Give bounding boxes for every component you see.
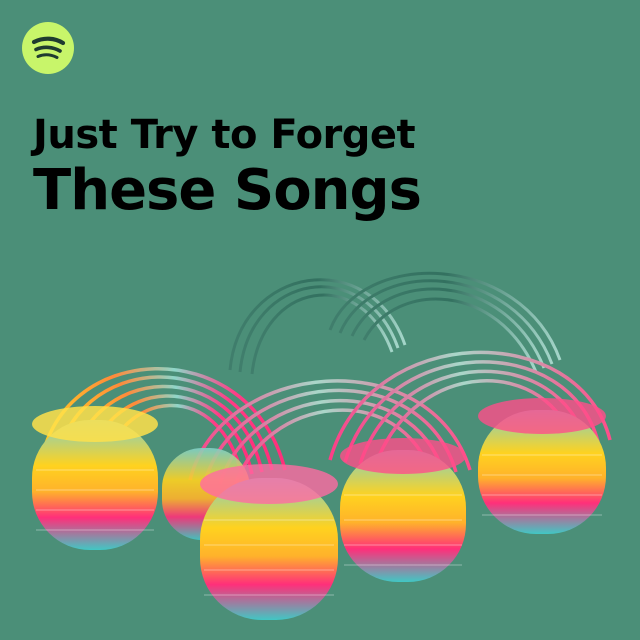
slinky-artwork	[32, 271, 612, 620]
slinky-base-far-right	[478, 398, 606, 534]
playlist-cover: Just Try to Forget These Songs	[0, 0, 640, 640]
slinky-base-far-left	[32, 406, 158, 550]
slinky-back-arches	[228, 271, 562, 375]
slinky-base-center	[200, 464, 338, 620]
slinky-base-center-right	[340, 438, 466, 582]
